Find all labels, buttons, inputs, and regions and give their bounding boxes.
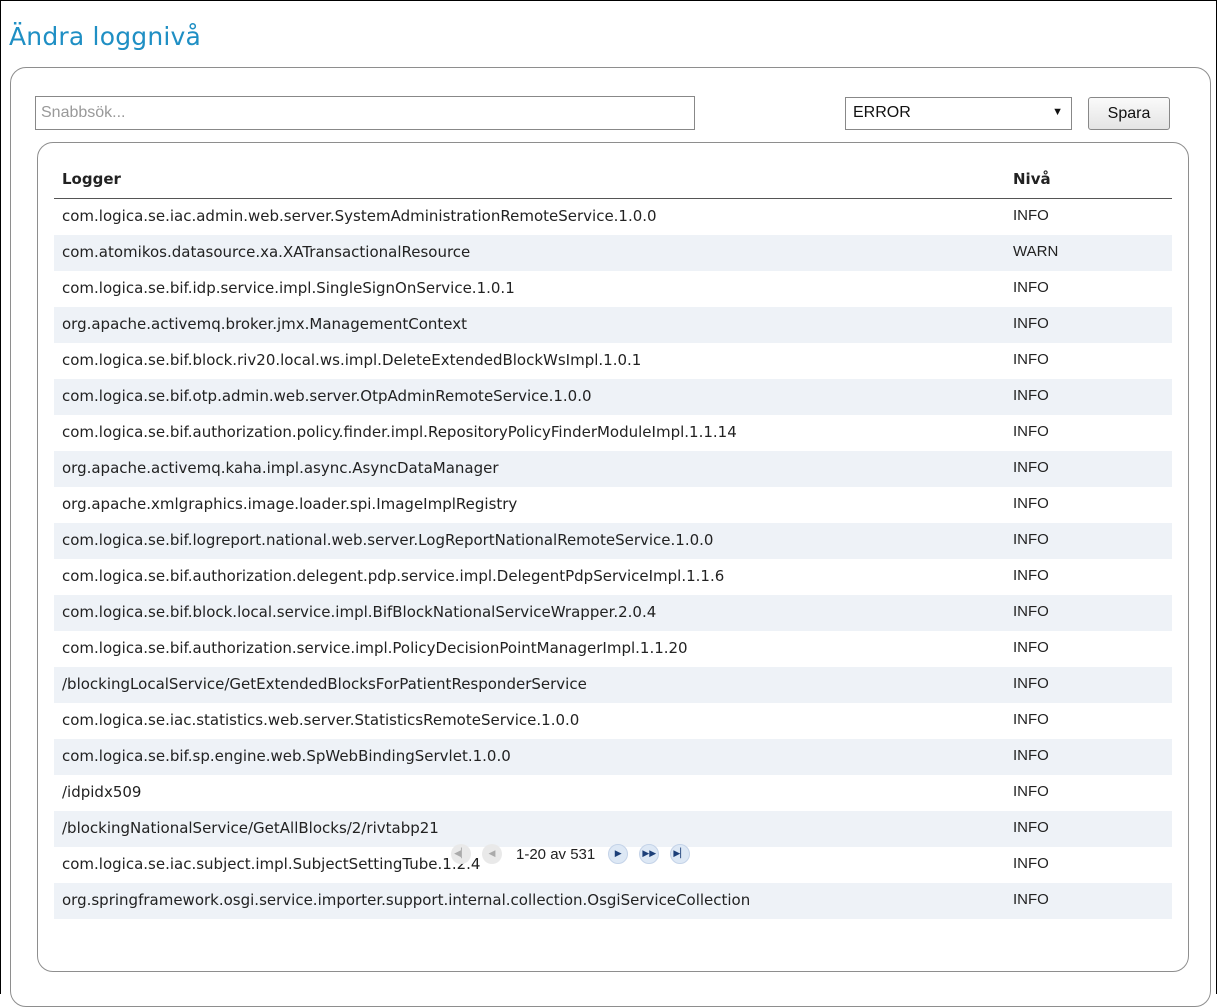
level-select-value: ERROR: [853, 104, 911, 121]
log-level: WARN: [1013, 243, 1059, 260]
log-level: INFO: [1013, 315, 1049, 332]
logger-name: com.logica.se.iac.subject.impl.SubjectSe…: [62, 855, 481, 873]
logger-name: com.logica.se.bif.block.riv20.local.ws.i…: [62, 351, 642, 369]
pagination: ◀▏ ◀ 1-20 av 531 ▶ ▶▶ ▶▏: [451, 843, 701, 865]
table-row[interactable]: com.logica.se.bif.idp.service.impl.Singl…: [54, 271, 1172, 307]
last-page-icon[interactable]: ▶▏: [670, 844, 691, 864]
table-row[interactable]: /blockingLocalService/GetExtendedBlocksF…: [54, 667, 1172, 703]
log-level: INFO: [1013, 459, 1049, 476]
table-row[interactable]: org.springframework.osgi.service.importe…: [54, 883, 1172, 919]
next-page-icon[interactable]: ▶: [608, 844, 629, 864]
page-title: Ändra loggnivå: [9, 22, 202, 51]
log-level: INFO: [1013, 783, 1049, 800]
page-range-text: 1-20 av 531: [516, 845, 596, 863]
log-level: INFO: [1013, 891, 1049, 908]
log-level: INFO: [1013, 675, 1049, 692]
log-level: INFO: [1013, 567, 1049, 584]
table-row[interactable]: com.logica.se.bif.block.riv20.local.ws.i…: [54, 343, 1172, 379]
prev-page-icon[interactable]: ◀: [482, 844, 502, 864]
logger-name: /blockingLocalService/GetExtendedBlocksF…: [62, 675, 587, 693]
save-button[interactable]: Spara: [1088, 97, 1170, 130]
log-level: INFO: [1013, 495, 1049, 512]
table-row[interactable]: com.logica.se.bif.authorization.delegent…: [54, 559, 1172, 595]
logger-name: com.atomikos.datasource.xa.XATransaction…: [62, 243, 471, 261]
table-row[interactable]: com.logica.se.bif.logreport.national.web…: [54, 523, 1172, 559]
fast-forward-icon[interactable]: ▶▶: [639, 844, 660, 864]
logger-name: com.logica.se.bif.sp.engine.web.SpWebBin…: [62, 747, 511, 765]
table-body: com.logica.se.iac.admin.web.server.Syste…: [54, 199, 1172, 919]
log-level: INFO: [1013, 855, 1049, 872]
logger-table: Logger Nivå com.logica.se.iac.admin.web.…: [54, 162, 1172, 919]
search-input[interactable]: [35, 96, 695, 130]
logger-name: org.springframework.osgi.service.importe…: [62, 891, 751, 909]
first-page-icon[interactable]: ◀▏: [451, 844, 471, 864]
table-row[interactable]: org.apache.activemq.broker.jmx.Managemen…: [54, 307, 1172, 343]
table-row[interactable]: /blockingNationalService/GetAllBlocks/2/…: [54, 811, 1172, 847]
table-row[interactable]: com.logica.se.iac.statistics.web.server.…: [54, 703, 1172, 739]
level-select[interactable]: ERROR ▼: [845, 97, 1072, 130]
column-header-level[interactable]: Nivå: [1013, 170, 1051, 188]
log-level: INFO: [1013, 279, 1049, 296]
chevron-down-icon: ▼: [1052, 106, 1063, 118]
table-row[interactable]: com.atomikos.datasource.xa.XATransaction…: [54, 235, 1172, 271]
table-row[interactable]: com.logica.se.iac.admin.web.server.Syste…: [54, 199, 1172, 235]
log-level: INFO: [1013, 747, 1049, 764]
logger-name: com.logica.se.bif.authorization.delegent…: [62, 567, 725, 585]
log-level: INFO: [1013, 351, 1049, 368]
logger-name: com.logica.se.bif.authorization.policy.f…: [62, 423, 737, 441]
logger-name: /blockingNationalService/GetAllBlocks/2/…: [62, 819, 439, 837]
logger-name: org.apache.activemq.broker.jmx.Managemen…: [62, 315, 467, 333]
log-level: INFO: [1013, 819, 1049, 836]
logger-name: org.apache.activemq.kaha.impl.async.Asyn…: [62, 459, 499, 477]
log-level: INFO: [1013, 423, 1049, 440]
table-row[interactable]: com.logica.se.bif.block.local.service.im…: [54, 595, 1172, 631]
logger-name: com.logica.se.bif.otp.admin.web.server.O…: [62, 387, 592, 405]
logger-name: com.logica.se.bif.logreport.national.web…: [62, 531, 714, 549]
table-row[interactable]: com.logica.se.bif.sp.engine.web.SpWebBin…: [54, 739, 1172, 775]
table-row[interactable]: com.logica.se.bif.authorization.service.…: [54, 631, 1172, 667]
logger-name: com.logica.se.iac.admin.web.server.Syste…: [62, 207, 657, 225]
log-level: INFO: [1013, 387, 1049, 404]
table-row[interactable]: org.apache.activemq.kaha.impl.async.Asyn…: [54, 451, 1172, 487]
log-level: INFO: [1013, 207, 1049, 224]
logger-name: /idpidx509: [62, 783, 142, 801]
log-level: INFO: [1013, 639, 1049, 656]
table-row[interactable]: /idpidx509 INFO: [54, 775, 1172, 811]
table-row[interactable]: com.logica.se.bif.authorization.policy.f…: [54, 415, 1172, 451]
table-row[interactable]: com.logica.se.bif.otp.admin.web.server.O…: [54, 379, 1172, 415]
logger-name: org.apache.xmlgraphics.image.loader.spi.…: [62, 495, 518, 513]
table-header: Logger Nivå: [54, 162, 1172, 199]
logger-name: com.logica.se.bif.authorization.service.…: [62, 639, 688, 657]
logger-name: com.logica.se.bif.block.local.service.im…: [62, 603, 657, 621]
log-level: INFO: [1013, 711, 1049, 728]
table-row[interactable]: org.apache.xmlgraphics.image.loader.spi.…: [54, 487, 1172, 523]
log-level: INFO: [1013, 531, 1049, 548]
logger-name: com.logica.se.iac.statistics.web.server.…: [62, 711, 580, 729]
column-header-logger[interactable]: Logger: [62, 170, 121, 188]
logger-name: com.logica.se.bif.idp.service.impl.Singl…: [62, 279, 515, 297]
log-level: INFO: [1013, 603, 1049, 620]
